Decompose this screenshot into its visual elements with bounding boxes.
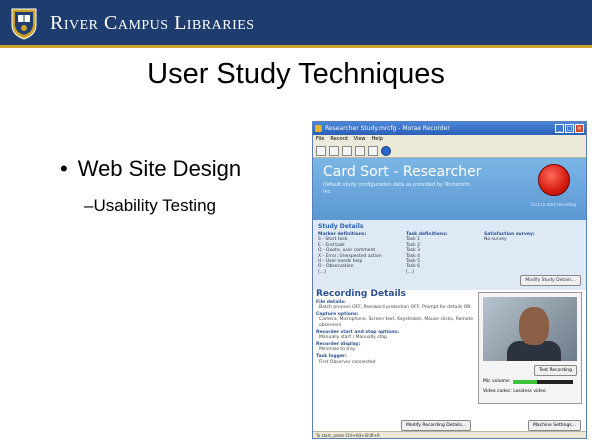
recording-details-title: Recording Details [316,289,406,299]
task-item: [...] [406,269,414,275]
window-titlebar: Researcher Study.mrcfg - Morae Recorder … [313,122,586,135]
menu-record[interactable]: Record [330,135,347,144]
window-title: Researcher Study.mrcfg - Morae Recorder [325,125,450,132]
recording-details-list: Recording Details File details: Batch pr… [316,289,476,366]
window-controls: _ □ × [555,124,584,133]
app-icon [315,125,322,132]
person-face [519,307,549,345]
close-icon[interactable]: × [575,124,584,133]
marker-item: [...] [318,269,326,275]
recording-details-panel: Recording Details File details: Batch pr… [313,290,586,432]
bullet-item: • Web Site Design [60,156,241,182]
task-logger-value: First Observer connected [319,359,376,365]
minimize-icon[interactable]: _ [555,124,564,133]
video-codec: Video codec: Lossless video [483,389,546,394]
recorder-window-screenshot: Researcher Study.mrcfg - Morae Recorder … [312,121,587,439]
modify-recording-button[interactable]: Modify Recording Details... [401,420,472,431]
bullet-text: Web Site Design [77,156,242,181]
capture-options-value: Camera, Microphone, Screen text, Keystro… [319,317,474,328]
camera-icon[interactable] [355,145,365,156]
university-seal-icon [11,8,37,40]
study-details-title: Study Details [318,223,364,230]
slide-title: User Study Techniques [147,58,445,90]
recorder-display-value: Minimize to tray [319,347,356,353]
configuration-header: Card Sort - Researcher Default study con… [313,158,586,220]
modify-study-button[interactable]: Modify Study Details... [520,275,581,286]
new-file-icon[interactable] [316,145,326,156]
mic-volume-label: Mic volume: [483,379,511,384]
open-folder-icon[interactable] [329,145,339,156]
settings-icon[interactable] [368,145,378,156]
maximize-icon[interactable]: □ [565,124,574,133]
mic-volume: Mic volume: [483,379,574,384]
file-details-value: Batch process OFF, Password protection O… [319,305,471,311]
survey-value: No survey [484,237,507,243]
machine-settings-button[interactable]: Machine Settings... [527,420,581,431]
satisfaction-survey: Satisfaction survey: No survey [484,232,554,275]
record-button[interactable] [538,164,570,196]
test-recording-button[interactable]: Test Recording [534,365,577,376]
mic-volume-meter [513,379,574,384]
status-bar: To start, press Ctrl+Alt+Shift+R [313,431,586,438]
start-stop-value: Manually start / Manually stop [319,335,387,341]
sub-bullet-text: Usability Testing [93,196,216,215]
mic-volume-fill [513,379,538,384]
help-icon[interactable] [381,145,391,156]
menu-bar: File Record View Help [313,135,586,144]
camera-preview-panel: Test Recording Mic volume: Video codec: … [478,292,582,404]
menu-help[interactable]: Help [372,135,383,144]
sub-bullet-item: –Usability Testing [84,196,216,215]
marker-definitions: Marker definitions: S - Start task E - E… [318,232,398,275]
brand-name: River Campus Libraries [50,12,255,34]
record-hint: Click to start recording [530,202,576,207]
header-banner: River Campus Libraries [0,0,592,48]
task-definitions: Task definitions: Task 1 Task 2 Task 3 T… [406,232,476,275]
configuration-subtitle: Default study configuration data as prov… [323,182,472,195]
toolbar [313,144,586,158]
save-icon[interactable] [342,145,352,156]
menu-file[interactable]: File [316,135,324,144]
webcam-preview [483,297,577,361]
bullet-icon: • [60,156,68,181]
bullet-list: • Web Site Design –Usability Testing [60,156,241,216]
configuration-title: Card Sort - Researcher [323,164,482,180]
menu-view[interactable]: View [354,135,366,144]
study-details-panel: Study Details Marker definitions: S - St… [313,220,586,290]
